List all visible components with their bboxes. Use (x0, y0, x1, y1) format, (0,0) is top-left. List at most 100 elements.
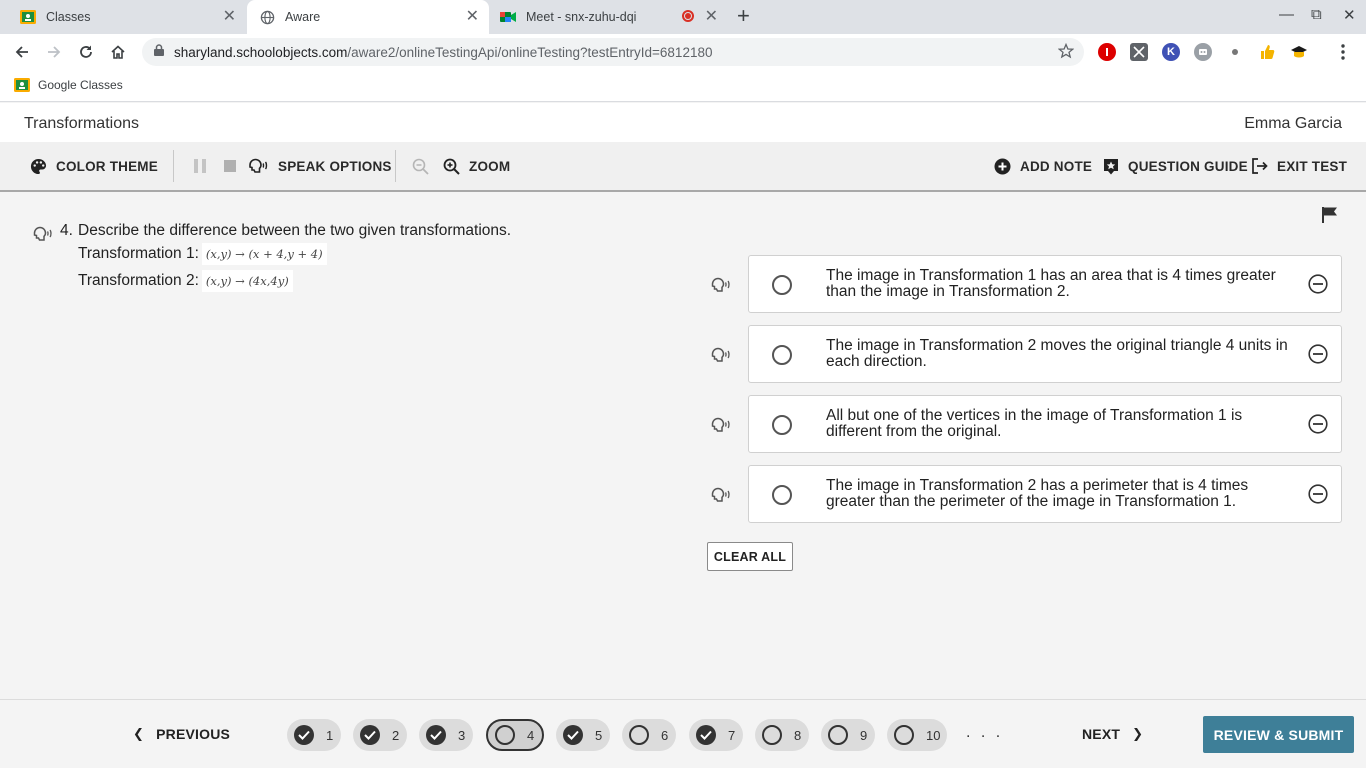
graduation-cap-extension-icon[interactable] (1290, 43, 1308, 61)
browser-tab-classes[interactable]: Classes ✕ (8, 0, 246, 34)
option-speak-icon[interactable] (709, 277, 733, 298)
add-note-button[interactable]: ADD NOTE (994, 142, 1092, 190)
exit-test-button[interactable]: EXIT TEST (1252, 142, 1347, 190)
zoom-out-button[interactable] (412, 142, 438, 190)
exit-test-label: EXIT TEST (1277, 158, 1348, 174)
google-classroom-icon (14, 77, 30, 93)
transformation-2-expression: (x,y) → (4x,4y) (201, 270, 293, 292)
strikethrough-icon[interactable] (1308, 484, 1328, 509)
chevron-left-icon: ❮ (133, 726, 145, 741)
plus-circle-icon (994, 158, 1011, 174)
bookmark-google-classes[interactable]: Google Classes (14, 77, 123, 93)
previous-label: PREVIOUS (156, 726, 231, 742)
recording-icon (682, 10, 694, 22)
check-icon (360, 725, 380, 745)
window-close-button[interactable]: ✕ (1343, 6, 1356, 24)
more-questions-button[interactable]: . . . (966, 724, 1003, 742)
question-speak-icon[interactable] (32, 226, 54, 247)
previous-button[interactable]: ❮ PREVIOUS (133, 726, 230, 742)
radio-button[interactable] (772, 345, 792, 365)
next-button[interactable]: NEXT ❯ (1082, 726, 1143, 742)
toolbar-divider (173, 150, 174, 182)
user-name: Emma Garcia (1244, 115, 1342, 132)
radio-button[interactable] (772, 415, 792, 435)
question-pill-1[interactable]: 1 (287, 719, 341, 751)
k-extension-icon[interactable]: K (1162, 43, 1180, 61)
speak-options-button[interactable]: SPEAK OPTIONS (248, 142, 392, 190)
option-speak-icon[interactable] (709, 487, 733, 508)
question-pill-3[interactable]: 3 (419, 719, 473, 751)
check-icon (426, 725, 446, 745)
minimize-button[interactable]: — (1279, 6, 1294, 23)
browser-tab-aware[interactable]: Aware ✕ (247, 0, 489, 34)
zoom-button[interactable]: ZOOM (443, 142, 510, 190)
question-pill-7[interactable]: 7 (689, 719, 743, 751)
clear-all-button[interactable]: CLEAR ALL (707, 542, 793, 571)
answer-option[interactable]: The image in Transformation 1 has an are… (748, 255, 1342, 313)
question-navigation: ❮ PREVIOUS 1 2 3 4 5 6 7 8 9 10 . . . NE… (0, 699, 1366, 768)
check-icon (294, 725, 314, 745)
radio-button[interactable] (772, 275, 792, 295)
question-guide-button[interactable]: QUESTION GUIDE (1103, 142, 1248, 190)
adblock-extension-icon[interactable] (1098, 43, 1116, 61)
reload-button[interactable] (74, 40, 98, 64)
option-text: The image in Transformation 1 has an are… (826, 267, 1276, 300)
lock-icon (154, 43, 164, 61)
answer-option[interactable]: The image in Transformation 2 moves the … (748, 325, 1342, 383)
check-icon (696, 725, 716, 745)
unanswered-circle-icon (495, 725, 515, 745)
url-host: sharyland.schoolobjects.com (174, 44, 348, 60)
bookmark-star-icon[interactable] (1057, 42, 1075, 64)
pause-icon (194, 159, 206, 173)
strikethrough-icon[interactable] (1308, 274, 1328, 299)
question-pill-10[interactable]: 10 (887, 719, 947, 751)
option-speak-icon[interactable] (709, 417, 733, 438)
home-button[interactable] (106, 40, 130, 64)
question-guide-label: QUESTION GUIDE (1128, 158, 1248, 174)
thumbs-up-extension-icon[interactable] (1258, 43, 1276, 61)
close-icon[interactable]: ✕ (223, 9, 236, 25)
flag-icon[interactable] (1321, 206, 1338, 229)
close-icon[interactable]: ✕ (705, 9, 718, 25)
back-button[interactable] (10, 40, 34, 64)
transformation-1-expression: (x,y) → (x + 4,y + 4) (201, 243, 327, 265)
back-arrow-icon (15, 46, 28, 58)
sparkle-extension-icon[interactable] (1226, 43, 1244, 61)
restore-button[interactable]: ⧉ (1311, 6, 1322, 23)
pause-button[interactable] (194, 142, 215, 190)
address-bar[interactable]: sharyland.schoolobjects.com/aware2/onlin… (142, 38, 1084, 66)
toolbar-divider (395, 150, 396, 182)
url-path: /aware2/onlineTestingApi/onlineTesting?t… (347, 44, 713, 60)
new-tab-button[interactable]: + (737, 5, 750, 27)
question-pill-8[interactable]: 8 (755, 719, 809, 751)
strikethrough-icon[interactable] (1308, 414, 1328, 439)
bookmark-label: Google Classes (38, 78, 123, 92)
app-header: Transformations Emma Garcia (0, 103, 1366, 142)
strikethrough-icon[interactable] (1308, 344, 1328, 369)
stop-button[interactable] (224, 142, 245, 190)
question-pill-4[interactable]: 4 (486, 719, 544, 751)
color-theme-button[interactable]: COLOR THEME (30, 142, 158, 190)
forward-button[interactable] (42, 40, 66, 64)
question-pill-5[interactable]: 5 (556, 719, 610, 751)
question-pill-6[interactable]: 6 (622, 719, 676, 751)
puzzle-extension-icon[interactable] (1130, 43, 1148, 61)
color-theme-label: COLOR THEME (56, 158, 158, 174)
answer-option[interactable]: The image in Transformation 2 has a peri… (748, 465, 1342, 523)
menu-kebab-icon[interactable] (1334, 43, 1352, 61)
radio-button[interactable] (772, 485, 792, 505)
review-submit-button[interactable]: REVIEW & SUBMIT (1203, 716, 1354, 753)
answer-option[interactable]: All but one of the vertices in the image… (748, 395, 1342, 453)
option-text: The image in Transformation 2 moves the … (826, 337, 1288, 370)
speak-options-label: SPEAK OPTIONS (278, 158, 392, 174)
question-pill-2[interactable]: 2 (353, 719, 407, 751)
option-speak-icon[interactable] (709, 347, 733, 368)
close-icon[interactable]: ✕ (466, 9, 479, 25)
browser-tab-title: Meet - snx-zuhu-dqi (526, 10, 637, 24)
question-pill-9[interactable]: 9 (821, 719, 875, 751)
browser-tab-meet[interactable]: Meet - snx-zuhu-dqi ✕ (490, 0, 728, 34)
zoom-label: ZOOM (469, 158, 511, 174)
robot-extension-icon[interactable] (1194, 43, 1212, 61)
zoom-in-icon (443, 158, 460, 175)
exit-icon (1252, 158, 1268, 174)
